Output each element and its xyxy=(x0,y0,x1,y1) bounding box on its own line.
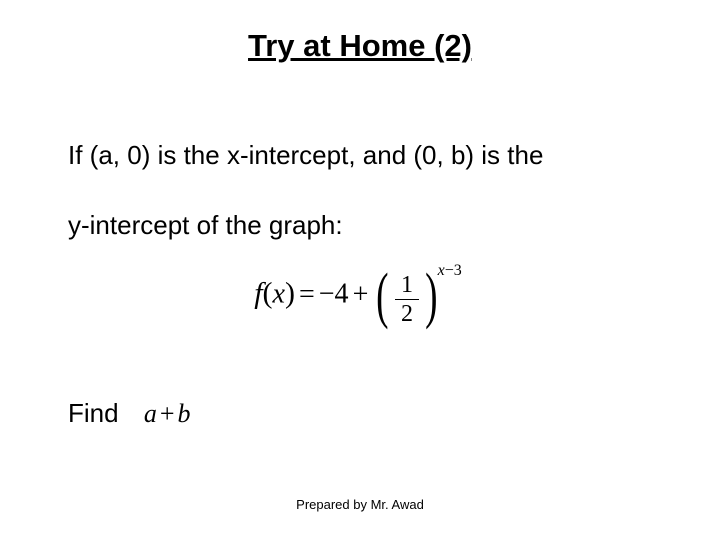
formula-f: f xyxy=(254,277,262,310)
exponent-rest: −3 xyxy=(445,262,462,279)
expr-plus: + xyxy=(157,399,178,428)
big-rparen: ) xyxy=(425,265,437,327)
function-formula: f(x)=−4+(12)x−3 xyxy=(0,268,720,330)
exponent-x: x xyxy=(438,262,445,279)
exponent: x−3 xyxy=(438,262,462,280)
formula-lparen: ( xyxy=(263,277,273,310)
formula-plus: + xyxy=(349,279,373,310)
problem-line-1: If (a, 0) is the x-intercept, and (0, b)… xyxy=(68,140,543,171)
formula-x: x xyxy=(273,279,285,310)
fraction-den: 2 xyxy=(395,299,419,326)
slide: Try at Home (2) If (a, 0) is the x-inter… xyxy=(0,0,720,540)
fraction-num: 1 xyxy=(395,273,419,299)
find-row: Find a+b xyxy=(68,398,190,429)
formula-equals: = xyxy=(295,279,319,310)
expr-a: a xyxy=(144,399,157,428)
formula-rparen: ) xyxy=(285,277,295,310)
big-lparen: ( xyxy=(376,265,388,327)
expr-b: b xyxy=(177,399,190,428)
slide-title: Try at Home (2) xyxy=(0,28,720,64)
fraction: 12 xyxy=(393,273,421,326)
formula-base: (12) xyxy=(372,268,441,330)
find-expression: a+b xyxy=(126,399,191,428)
problem-line-2: y-intercept of the graph: xyxy=(68,210,343,241)
find-label: Find xyxy=(68,398,119,428)
formula-neg4: −4 xyxy=(319,279,349,310)
footer-credit: Prepared by Mr. Awad xyxy=(0,497,720,512)
